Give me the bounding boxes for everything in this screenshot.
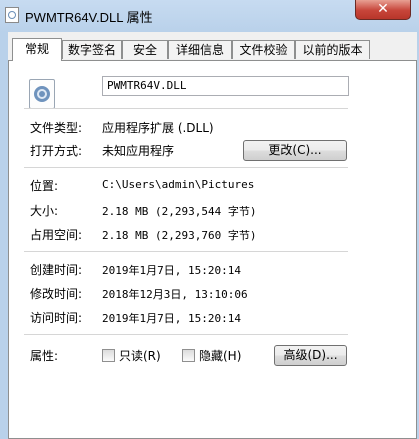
general-panel: PWMTR64V.DLL 文件类型: 应用程序扩展 (.DLL) 打开方式: 未… [8, 60, 417, 439]
divider [24, 167, 348, 168]
dll-file-icon [5, 7, 19, 23]
opens-with-label: 打开方式: [30, 144, 83, 158]
accessed-label: 访问时间: [30, 311, 83, 325]
hidden-checkbox[interactable] [182, 349, 195, 362]
size-on-disk-label: 占用空间: [30, 228, 83, 242]
change-button[interactable]: 更改(C)... [243, 140, 347, 161]
file-name-field[interactable]: PWMTR64V.DLL [102, 76, 349, 96]
tab-digital-signatures[interactable]: 数字签名 [62, 40, 122, 59]
tab-details[interactable]: 详细信息 [168, 40, 232, 59]
title-bar: PWMTR64V.DLL 属性 ✕ [0, 0, 419, 32]
size-value: 2.18 MB (2,293,544 字节) [102, 205, 257, 218]
readonly-label[interactable]: 只读(R) [119, 347, 161, 364]
tab-strip: 常规 数字签名 安全 详细信息 文件校验 以前的版本 [8, 38, 417, 61]
hidden-label[interactable]: 隐藏(H) [199, 347, 241, 364]
tab-security[interactable]: 安全 [122, 40, 168, 59]
opens-with-value: 未知应用程序 [102, 144, 175, 158]
dll-file-icon [29, 79, 55, 109]
tab-file-checksum[interactable]: 文件校验 [232, 40, 295, 59]
created-value: 2019年1月7日, 15:20:14 [102, 264, 241, 277]
readonly-checkbox[interactable] [102, 349, 115, 362]
file-type-label: 文件类型: [30, 121, 83, 135]
tab-previous-versions[interactable]: 以前的版本 [295, 40, 370, 59]
divider [24, 251, 348, 252]
tab-general[interactable]: 常规 [12, 38, 62, 61]
divider [24, 108, 348, 109]
created-label: 创建时间: [30, 263, 83, 277]
modified-value: 2018年12月3日, 13:10:06 [102, 288, 248, 301]
modified-label: 修改时间: [30, 287, 83, 301]
attributes-label: 属性: [30, 349, 59, 363]
properties-dialog: 常规 数字签名 安全 详细信息 文件校验 以前的版本 PWMTR64V.DLL … [8, 32, 417, 439]
size-on-disk-value: 2.18 MB (2,293,760 字节) [102, 229, 257, 242]
divider [24, 334, 348, 335]
location-label: 位置: [30, 179, 59, 193]
size-label: 大小: [30, 204, 59, 218]
advanced-button[interactable]: 高级(D)... [274, 345, 347, 366]
location-value: C:\Users\admin\Pictures [102, 178, 255, 191]
close-icon: ✕ [377, 1, 389, 17]
file-type-value: 应用程序扩展 (.DLL) [102, 121, 214, 135]
window-title: PWMTR64V.DLL 属性 [25, 10, 153, 25]
accessed-value: 2019年1月7日, 15:20:14 [102, 312, 241, 325]
close-button[interactable]: ✕ [355, 0, 411, 20]
